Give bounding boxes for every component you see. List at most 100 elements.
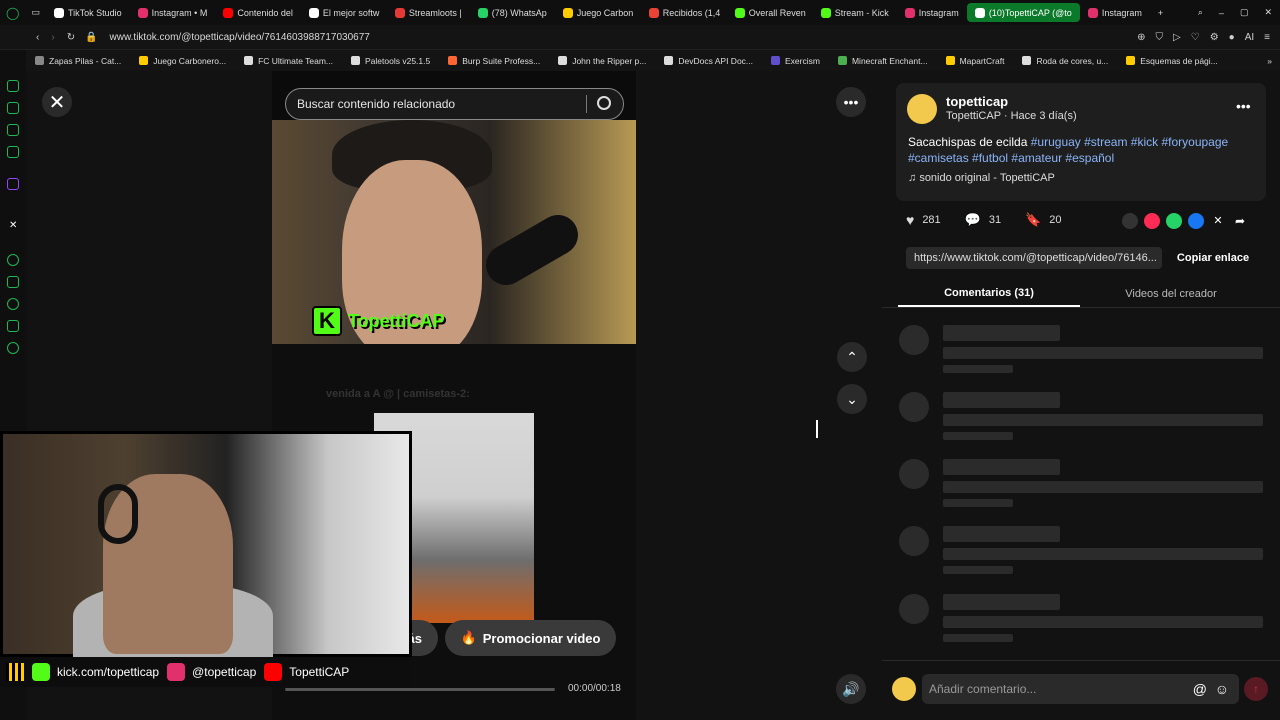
twitch-icon[interactable] bbox=[7, 178, 19, 190]
social-label: @topetticap bbox=[192, 665, 257, 679]
more-bookmarks-icon[interactable]: » bbox=[1267, 56, 1272, 66]
maximize-button[interactable]: ▢ bbox=[1232, 0, 1257, 25]
bookmark-item[interactable]: DevDocs API Doc... bbox=[655, 56, 762, 66]
bookmark-item[interactable]: Paletools v25.1.5 bbox=[342, 56, 439, 66]
bookmark-item[interactable]: Roda de cores, u... bbox=[1013, 56, 1117, 66]
play-icon[interactable]: ▷ bbox=[1173, 32, 1181, 43]
send-icon[interactable] bbox=[1144, 213, 1160, 229]
ai-button[interactable]: AI bbox=[1245, 32, 1254, 43]
browser-tab[interactable]: Juego Carbon bbox=[555, 0, 641, 25]
bookmark-label: DevDocs API Doc... bbox=[678, 55, 754, 66]
bookmark-item[interactable]: Minecraft Enchant... bbox=[829, 56, 937, 66]
settings-icon[interactable] bbox=[7, 342, 19, 354]
sidebar-icon-2[interactable] bbox=[7, 102, 19, 114]
bookmark-item[interactable]: Zapas Pilas - Cat... bbox=[26, 56, 130, 66]
extensions-icon[interactable]: ⚙ bbox=[1210, 32, 1219, 43]
emoji-icon[interactable]: ☺ bbox=[1215, 681, 1229, 697]
promote-video-button[interactable]: 🔥 Promocionar video bbox=[445, 620, 616, 656]
send-comment-button[interactable]: ↑ bbox=[1244, 677, 1268, 701]
sidebar-icon-1[interactable] bbox=[7, 80, 19, 92]
sidebar-icon-3[interactable] bbox=[7, 124, 19, 136]
post-options-icon[interactable]: ••• bbox=[1236, 98, 1251, 114]
comment-placeholder: Añadir comentario... bbox=[929, 682, 1037, 696]
sidebar-icon-7[interactable] bbox=[7, 298, 19, 310]
bookmark-item[interactable]: Juego Carbonero... bbox=[130, 56, 235, 66]
sidebar-icon-5[interactable] bbox=[7, 254, 19, 266]
whatsapp-icon[interactable] bbox=[1166, 213, 1182, 229]
url-field[interactable]: www.tiktok.com/@topetticap/video/7614603… bbox=[110, 32, 370, 43]
sidebar-icon-8[interactable] bbox=[7, 320, 19, 332]
x-share-icon[interactable]: ✕ bbox=[1210, 213, 1226, 229]
new-tab-button[interactable]: + bbox=[1150, 0, 1171, 25]
forward-icon[interactable]: › bbox=[51, 32, 54, 43]
sidebar-icon-4[interactable] bbox=[7, 146, 19, 158]
browser-tab[interactable]: Instagram bbox=[1080, 0, 1150, 25]
video-link-field[interactable]: https://www.tiktok.com/@topetticap/video… bbox=[906, 247, 1162, 269]
search-icon[interactable] bbox=[597, 96, 611, 110]
tab-creator-videos[interactable]: Videos del creador bbox=[1080, 280, 1262, 307]
volume-button[interactable]: 🔊 bbox=[836, 674, 866, 704]
workspace-icon[interactable]: ▭ bbox=[25, 0, 46, 25]
close-video-button[interactable]: ✕ bbox=[42, 87, 72, 117]
comment-input[interactable]: Añadir comentario... @ ☺ bbox=[922, 674, 1239, 704]
bookmark-item[interactable]: John the Ripper p... bbox=[549, 56, 655, 66]
browser-tab[interactable]: Streamloots | bbox=[387, 0, 470, 25]
mouse-cursor bbox=[816, 420, 826, 438]
video-progress-bar[interactable] bbox=[285, 688, 555, 691]
share-arrow-icon[interactable]: ➦ bbox=[1232, 213, 1248, 229]
next-video-button[interactable]: ⌄ bbox=[837, 384, 867, 414]
save-button[interactable]: 🔖 20 bbox=[1025, 212, 1061, 228]
comment-skeleton bbox=[898, 392, 1264, 442]
post-username[interactable]: topetticap bbox=[946, 94, 1008, 109]
browser-tab[interactable]: El mejor softw bbox=[301, 0, 387, 25]
zoom-icon[interactable]: ⊕ bbox=[1137, 32, 1145, 43]
close-window-button[interactable]: ✕ bbox=[1256, 0, 1280, 25]
tab-favicon-icon bbox=[308, 7, 319, 18]
menu-icon[interactable]: ≡ bbox=[1264, 32, 1270, 43]
copy-link-button[interactable]: Copiar enlace bbox=[1170, 247, 1256, 269]
bookmark-item[interactable]: Exercism bbox=[762, 56, 829, 66]
heart-icon[interactable]: ♡ bbox=[1191, 32, 1200, 43]
bookmark-icon bbox=[351, 56, 361, 65]
search-tabs-icon[interactable]: ⌕ bbox=[1190, 0, 1211, 25]
post-sound[interactable]: ♫ sonido original - TopettiCAP bbox=[908, 172, 1055, 184]
previous-video-button[interactable]: ⌃ bbox=[837, 342, 867, 372]
facebook-icon[interactable] bbox=[1188, 213, 1204, 229]
like-button[interactable]: ♥ 281 bbox=[906, 212, 941, 228]
embed-icon[interactable] bbox=[1122, 213, 1138, 229]
bookmark-item[interactable]: FC Ultimate Team... bbox=[235, 56, 342, 66]
search-divider bbox=[586, 95, 587, 113]
more-options-button[interactable]: ••• bbox=[836, 87, 866, 117]
sound-label: sonido original - TopettiCAP bbox=[919, 172, 1055, 184]
bookmark-item[interactable]: Burp Suite Profess... bbox=[439, 56, 549, 66]
browser-tab[interactable]: (10)TopettiCAP (@to bbox=[966, 3, 1080, 22]
browser-tab[interactable]: Recibidos (1,4 bbox=[641, 0, 727, 25]
browser-tab[interactable]: Instagram • M bbox=[130, 0, 216, 25]
profile-icon[interactable]: ● bbox=[1229, 32, 1235, 43]
mention-icon[interactable]: @ bbox=[1193, 681, 1207, 697]
tab-comments[interactable]: Comentarios (31) bbox=[898, 280, 1080, 307]
reload-icon[interactable]: ↻ bbox=[67, 32, 75, 43]
sidebar-icon-6[interactable] bbox=[7, 276, 19, 288]
browser-tab[interactable]: Instagram bbox=[897, 0, 967, 25]
comment-button[interactable]: 💬 31 bbox=[965, 212, 1001, 228]
shield-icon[interactable]: ⛉ bbox=[1156, 32, 1164, 43]
bookmark-item[interactable]: Esquemas de pági... bbox=[1117, 56, 1227, 66]
browser-tab[interactable]: TikTok Studio bbox=[46, 0, 130, 25]
related-search-input[interactable]: Buscar contenido relacionado bbox=[285, 88, 624, 120]
avatar[interactable] bbox=[907, 94, 937, 124]
post-hashtags-1[interactable]: #uruguay #stream #kick #foryoupage bbox=[1031, 135, 1228, 149]
browser-tab[interactable]: Contenido del bbox=[215, 0, 301, 25]
browser-tab[interactable]: Stream - Kick bbox=[813, 0, 897, 25]
browser-menu-button[interactable]: ◯ bbox=[0, 0, 25, 25]
bookmark-label: Minecraft Enchant... bbox=[851, 55, 928, 66]
bookmark-item[interactable]: MapartCraft bbox=[937, 56, 1014, 66]
microphone bbox=[478, 207, 586, 293]
tab-label: Streamloots | bbox=[408, 7, 462, 18]
back-icon[interactable]: ‹ bbox=[36, 32, 39, 43]
post-hashtags-2[interactable]: #camisetas #futbol #amateur #español bbox=[908, 151, 1114, 165]
minimize-button[interactable]: – bbox=[1211, 0, 1232, 25]
browser-tab[interactable]: (78) WhatsAp bbox=[470, 0, 555, 25]
browser-tab[interactable]: Overall Reven bbox=[727, 0, 813, 25]
x-icon[interactable]: ✕ bbox=[9, 220, 17, 231]
